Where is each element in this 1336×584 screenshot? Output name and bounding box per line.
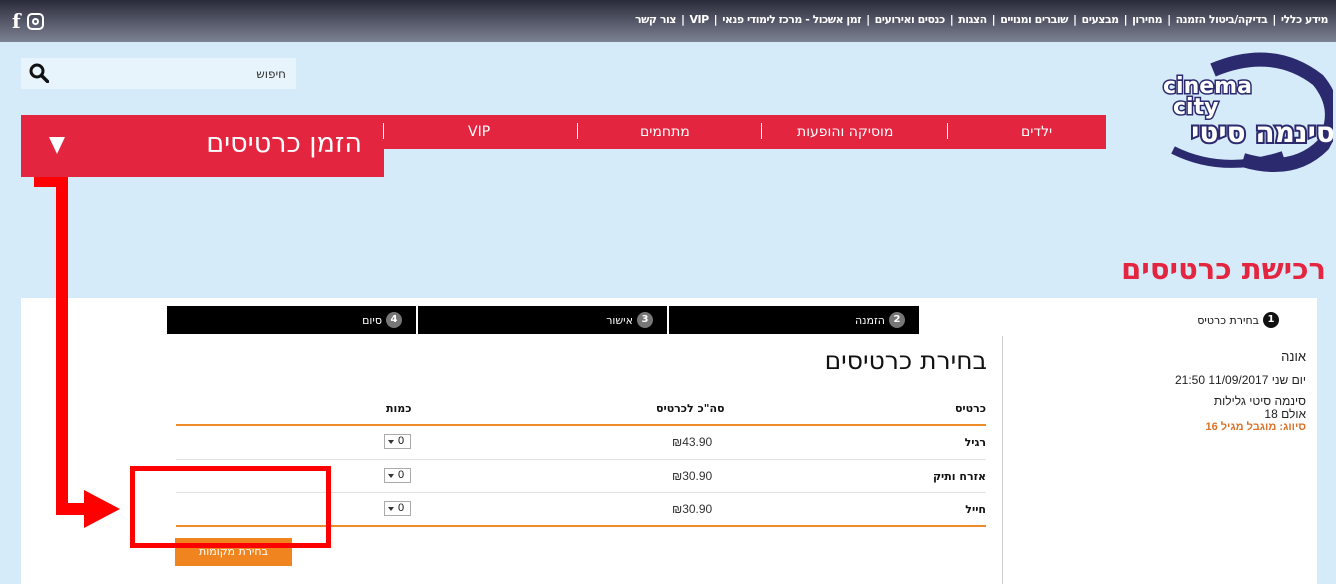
top-link-vip[interactable]: VIP — [689, 13, 709, 26]
top-link-deals[interactable]: מבצעים — [1082, 13, 1120, 26]
movie-hall: אולם 18 — [1264, 407, 1306, 421]
quantity-select[interactable]: 0 — [384, 468, 411, 483]
movie-rating: סיווג: מוגבל מגיל 16 — [1205, 421, 1306, 433]
order-tickets-label: הזמן כרטיסים — [206, 128, 362, 159]
arrow-right-icon — [84, 490, 120, 528]
order-tickets-button[interactable]: הזמן כרטיסים — [21, 115, 384, 177]
dropdown-caret-icon — [388, 440, 394, 444]
dropdown-caret-icon — [388, 507, 394, 511]
step-label: בחירת כרטיס — [1197, 313, 1259, 327]
logo-text-hebrew: סינמה סיטי — [1191, 116, 1333, 149]
step-confirm: 3 אישור — [418, 306, 667, 334]
step-number: 4 — [386, 312, 402, 328]
step-select-ticket: 1 בחירת כרטיס — [1003, 306, 1293, 334]
quantity-select[interactable]: 0 — [384, 434, 411, 449]
sidebar-divider — [1002, 336, 1003, 584]
movie-datetime: יום שני 11/09/2017 21:50 — [1174, 373, 1306, 387]
step-finish: 4 סיום — [167, 306, 416, 334]
step-label: סיום — [362, 313, 382, 327]
top-link-check-order[interactable]: בדיקה/ביטול הזמנה — [1176, 13, 1268, 26]
social-links: f — [12, 11, 44, 31]
step-number: 2 — [889, 312, 905, 328]
top-link-prices[interactable]: מחירון — [1132, 13, 1162, 26]
triangle-down-icon — [49, 137, 65, 154]
step-order: 2 הזמנה — [669, 306, 919, 334]
movie-info: אונה יום שני 11/09/2017 21:50 סינמה סיטי… — [1175, 349, 1306, 434]
nav-separator — [947, 123, 948, 139]
search-box — [21, 58, 296, 89]
annotation-arrow — [56, 177, 68, 515]
search-input[interactable] — [61, 58, 294, 89]
nav-separator — [383, 123, 384, 139]
facebook-icon[interactable]: f — [12, 11, 21, 31]
step-number: 1 — [1263, 312, 1279, 328]
page-title: רכישת כרטיסים — [1121, 252, 1326, 286]
ticket-price: ₪43.90 — [672, 435, 713, 449]
top-link-shows[interactable]: הצגות — [958, 13, 987, 26]
ticket-type: אזרח ותיק — [932, 470, 986, 483]
nav-separator — [761, 123, 762, 139]
top-link-contact[interactable]: צור קשר — [635, 13, 676, 26]
movie-title: אונה — [1281, 349, 1306, 364]
top-link-general-info[interactable]: מידע כללי — [1281, 13, 1329, 26]
top-link-vouchers[interactable]: שוברים ומנויים — [1000, 13, 1068, 26]
cinema-city-logo[interactable]: cinema city סינמה סיטי — [1143, 50, 1333, 175]
row-divider — [176, 459, 986, 460]
quantity-select[interactable]: 0 — [384, 501, 411, 516]
nav-item-kids[interactable]: ילדים — [1021, 124, 1052, 140]
top-link-events[interactable]: כנסים ואירועים — [875, 13, 946, 26]
dropdown-caret-icon — [388, 474, 394, 478]
instagram-icon[interactable] — [26, 12, 44, 30]
ticket-type: רגיל — [964, 436, 986, 449]
main-nav: ילדים מוסיקה והופעות מתחמים VIP — [384, 115, 1106, 149]
ticket-price: ₪30.90 — [672, 469, 713, 483]
ticket-price: ₪30.90 — [672, 502, 713, 516]
nav-item-music[interactable]: מוסיקה והופעות — [797, 124, 893, 140]
column-header-price: סה"כ לכרטיס — [656, 402, 725, 415]
quantity-value: 0 — [398, 435, 405, 447]
top-bar: מידע כללי|בדיקה/ביטול הזמנה|מחירון|מבצעי… — [0, 0, 1336, 42]
quantity-value: 0 — [398, 502, 405, 514]
top-links: מידע כללי|בדיקה/ביטול הזמנה|מחירון|מבצעי… — [634, 13, 1329, 26]
search-icon[interactable] — [29, 63, 49, 83]
quantity-value: 0 — [398, 469, 405, 481]
step-label: הזמנה — [854, 313, 885, 327]
nav-item-complexes[interactable]: מתחמים — [640, 124, 690, 140]
section-title: בחירת כרטיסים — [824, 346, 987, 375]
table-divider — [176, 424, 986, 426]
nav-separator — [577, 123, 578, 139]
nav-item-vip[interactable]: VIP — [468, 124, 490, 140]
column-header-ticket: כרטיס — [954, 402, 986, 415]
top-link-eshkol[interactable]: זמן אשכול - מרכז לימודי פנאי — [722, 13, 861, 26]
step-number: 3 — [637, 312, 653, 328]
ticket-type: חייל — [965, 503, 986, 516]
annotation-highlight-box — [130, 466, 331, 548]
step-label: אישור — [606, 313, 633, 327]
column-header-quantity: כמות — [386, 402, 412, 415]
